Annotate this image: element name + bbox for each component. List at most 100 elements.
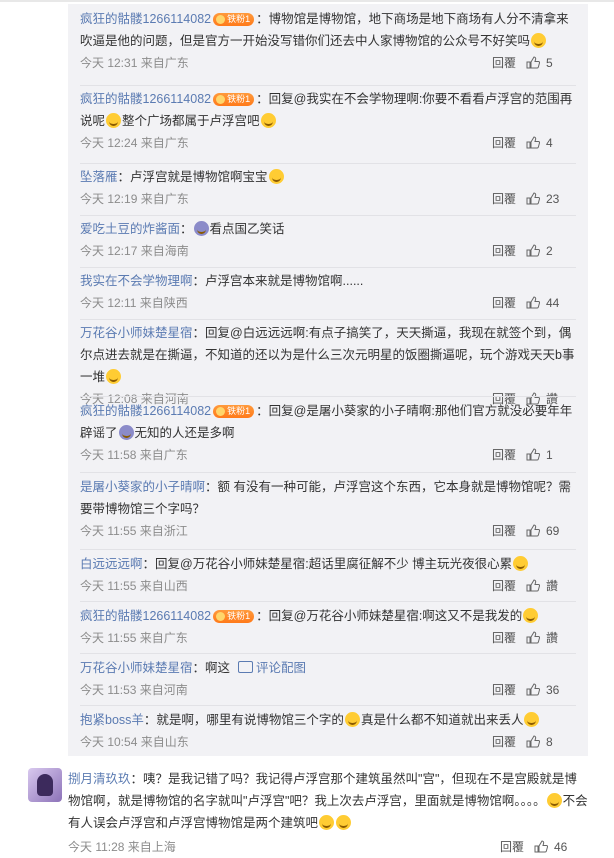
reply-text: 我实在不会学物理啊：卢浮宫本来就是博物馆啊...... bbox=[80, 274, 364, 288]
divider bbox=[80, 653, 576, 654]
reply-username[interactable]: 万花谷小师妹楚星宿 bbox=[80, 661, 193, 675]
reply-text: 坠落雁：卢浮宫就是博物馆啊宝宝 bbox=[80, 166, 580, 188]
like-button[interactable]: 1 bbox=[526, 444, 580, 466]
reply-content: 回复@万花谷小师妹楚星宿:啊这又不是我发的 bbox=[268, 609, 523, 623]
reply-content: 啊这 bbox=[205, 661, 231, 675]
reply-meta: 今天 11:55 来自广东 回覆 讚 bbox=[80, 627, 580, 649]
reply-button[interactable]: 回覆 bbox=[492, 679, 516, 701]
thumb-up-icon bbox=[526, 244, 540, 257]
reply-meta: 今天 11:55 来自浙江 回覆 69 bbox=[80, 520, 580, 542]
reply-button[interactable]: 回覆 bbox=[500, 836, 524, 858]
divider bbox=[80, 267, 576, 268]
divider bbox=[80, 215, 576, 216]
like-button[interactable]: 8 bbox=[526, 731, 580, 753]
reply-content: 就是啊，哪里有说博物馆三个字的 bbox=[156, 713, 344, 727]
divider bbox=[80, 549, 576, 550]
reply-text: 是屠小葵家的小子晴啊：额 有没有一种可能，卢浮宫这个东西，它本身就是博物馆呢？需… bbox=[80, 480, 572, 516]
face-emoji-icon bbox=[118, 425, 134, 440]
like-count: 讚 bbox=[546, 631, 559, 645]
reply-button[interactable]: 回覆 bbox=[492, 444, 516, 466]
laugh-emoji-icon bbox=[344, 712, 360, 727]
reply-text: 白远远远啊：回复@万花谷小师妹楚星宿:超话里腐征解不少 博主玩光夜很心累 bbox=[80, 553, 580, 575]
divider bbox=[80, 396, 576, 397]
face-emoji-icon bbox=[193, 221, 209, 236]
avatar[interactable] bbox=[28, 768, 62, 802]
like-button[interactable]: 23 bbox=[526, 188, 580, 210]
reply-thread: 疯狂的骷髅1266114082 铁粉1 ：博物馆是博物馆，地下商场是地下商场有人分不… bbox=[68, 4, 588, 756]
reply-username[interactable]: 坠落雁 bbox=[80, 170, 118, 184]
reply-username[interactable]: 是屠小葵家的小子晴啊 bbox=[80, 480, 205, 494]
fan-badge: 铁粉1 bbox=[213, 93, 255, 106]
comment-text: 捌月清玖玖：咦？是我记错了吗？我记得卢浮宫那个建筑虽然叫"宫"，但现在不是宫殿就… bbox=[68, 772, 588, 830]
reply-item: 万花谷小师妹楚星宿：啊这 评论配图 今天 11:53 来自河南 回覆 36 bbox=[80, 657, 580, 701]
divider bbox=[80, 319, 576, 320]
reply-username[interactable]: 疯狂的骷髅1266114082 bbox=[80, 12, 211, 26]
divider bbox=[80, 705, 576, 706]
thumb-up-icon bbox=[526, 579, 540, 592]
reply-button[interactable]: 回覆 bbox=[492, 520, 516, 542]
reply-text: 疯狂的骷髅1266114082 铁粉1 ：回复@是屠小葵家的小子晴啊:那他们官方就没… bbox=[80, 404, 573, 440]
thumb-up-icon bbox=[526, 683, 540, 696]
like-button[interactable]: 69 bbox=[526, 520, 580, 542]
reply-item: 疯狂的骷髅1266114082 铁粉1 ：博物馆是博物馆，地下商场是地下商场有人分不… bbox=[80, 8, 580, 74]
laugh-emoji-icon bbox=[319, 815, 335, 830]
reply-username[interactable]: 我实在不会学物理啊 bbox=[80, 274, 193, 288]
like-count: 44 bbox=[546, 296, 560, 310]
reply-text: 疯狂的骷髅1266114082 铁粉1 ：回复@我实在不会学物理啊:你要不看看卢浮宫… bbox=[80, 92, 573, 128]
smirk-emoji-icon bbox=[524, 712, 540, 727]
thumb-up-icon bbox=[526, 192, 540, 205]
like-button[interactable]: 44 bbox=[526, 292, 580, 314]
reply-button[interactable]: 回覆 bbox=[492, 575, 516, 597]
thumb-up-icon bbox=[526, 296, 540, 309]
reply-time: 今天 11:53 来自河南 bbox=[80, 683, 188, 697]
reply-username[interactable]: 疯狂的骷髅1266114082 bbox=[80, 609, 211, 623]
reply-username[interactable]: 白远远远啊 bbox=[80, 557, 143, 571]
like-count: 讚 bbox=[546, 579, 559, 593]
reply-item: 白远远远啊：回复@万花谷小师妹楚星宿:超话里腐征解不少 博主玩光夜很心累 今天 … bbox=[80, 553, 580, 597]
reply-username[interactable]: 抱紧boss羊 bbox=[80, 713, 144, 727]
like-button[interactable]: 36 bbox=[526, 679, 580, 701]
comment-username[interactable]: 捌月清玖玖 bbox=[68, 772, 131, 786]
like-count: 36 bbox=[546, 683, 560, 697]
reply-username[interactable]: 疯狂的骷髅1266114082 bbox=[80, 92, 211, 106]
reply-time: 今天 11:58 来自广东 bbox=[80, 448, 188, 462]
divider bbox=[80, 85, 576, 86]
comment-page: 疯狂的骷髅1266114082 铁粉1 ：博物馆是博物馆，地下商场是地下商场有人分不… bbox=[0, 0, 614, 858]
reply-username[interactable]: 爱吃土豆的炸酱面 bbox=[80, 222, 180, 236]
reply-text: 疯狂的骷髅1266114082 铁粉1 ：回复@万花谷小师妹楚星宿:啊这又不是我发的 bbox=[80, 605, 580, 627]
like-button[interactable]: 5 bbox=[526, 52, 580, 74]
reply-time: 今天 11:55 来自山西 bbox=[80, 579, 188, 593]
reply-meta: 今天 12:24 来自广东 回覆 4 bbox=[80, 132, 580, 154]
reply-button[interactable]: 回覆 bbox=[492, 292, 516, 314]
reply-button[interactable]: 回覆 bbox=[492, 627, 516, 649]
like-button[interactable]: 46 bbox=[534, 836, 588, 858]
laugh-emoji-icon bbox=[531, 33, 547, 48]
divider bbox=[80, 163, 576, 164]
like-button[interactable]: 4 bbox=[526, 132, 580, 154]
reply-time: 今天 12:11 来自陕西 bbox=[80, 296, 188, 310]
thumb-up-icon bbox=[526, 136, 540, 149]
view-image-link[interactable]: 评论配图 bbox=[230, 661, 306, 675]
reply-username[interactable]: 疯狂的骷髅1266114082 bbox=[80, 404, 211, 418]
like-button[interactable]: 讚 bbox=[526, 627, 580, 649]
divider bbox=[80, 472, 576, 473]
thumb-up-icon bbox=[526, 735, 540, 748]
fan-badge: 铁粉1 bbox=[213, 13, 255, 26]
reply-item: 疯狂的骷髅1266114082 铁粉1 ：回复@我实在不会学物理啊:你要不看看卢浮宫… bbox=[80, 88, 580, 154]
like-button[interactable]: 讚 bbox=[526, 575, 580, 597]
reply-username[interactable]: 万花谷小师妹楚星宿 bbox=[80, 326, 193, 340]
like-count: 4 bbox=[546, 136, 553, 150]
reply-button[interactable]: 回覆 bbox=[492, 132, 516, 154]
reply-button[interactable]: 回覆 bbox=[492, 731, 516, 753]
comment-meta: 今天 11:28 来自上海 回覆 46 bbox=[68, 836, 588, 858]
like-button[interactable]: 2 bbox=[526, 240, 580, 262]
laugh-emoji-icon bbox=[546, 793, 562, 808]
comment-time: 今天 11:28 来自上海 bbox=[68, 840, 176, 854]
reply-button[interactable]: 回覆 bbox=[492, 240, 516, 262]
reply-meta: 今天 12:31 来自广东 回覆 5 bbox=[80, 52, 580, 74]
reply-button[interactable]: 回覆 bbox=[492, 188, 516, 210]
reply-button[interactable]: 回覆 bbox=[492, 52, 516, 74]
reply-item: 我实在不会学物理啊：卢浮宫本来就是博物馆啊...... 今天 12:11 来自陕… bbox=[80, 270, 580, 314]
thumb-up-icon bbox=[526, 631, 540, 644]
image-icon bbox=[238, 661, 254, 673]
